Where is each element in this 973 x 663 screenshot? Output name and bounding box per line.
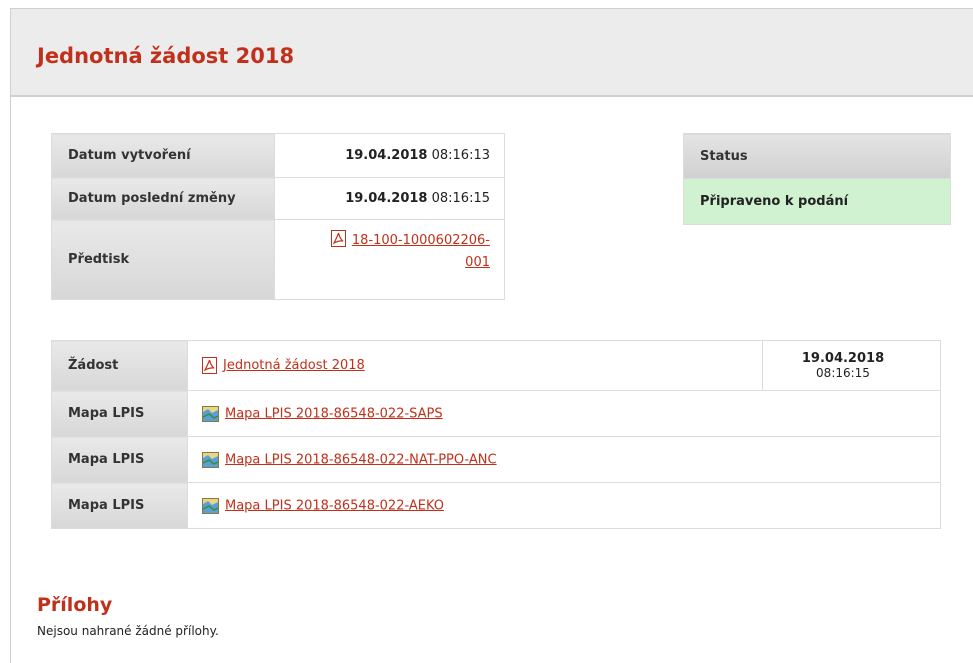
created-date: 19.04.2018 (345, 148, 428, 163)
zadost-time: 08:16:15 (816, 366, 870, 380)
lpis-nat-link[interactable]: Mapa LPIS 2018-86548-022-NAT-PPO-ANC (225, 452, 497, 467)
status-badge: Připraveno k podání (683, 178, 951, 225)
modified-date: 19.04.2018 (345, 191, 428, 206)
lpis-saps-link[interactable]: Mapa LPIS 2018-86548-022-SAPS (225, 406, 443, 421)
title-bar: Jednotná žádost 2018 (11, 9, 973, 97)
created-time: 08:16:13 (431, 148, 490, 163)
table-row: Žádost Jednotná žádost 2018 19.04.2018 0… (51, 340, 941, 391)
attachments-title: Přílohy (37, 594, 113, 616)
table-row: Mapa LPIS Mapa LPIS 2018-86548-022-AEKO (51, 482, 941, 529)
predtisk-value: 18-100-1000602206- 001 (274, 219, 505, 300)
predtisk-link-line2: 001 (465, 255, 490, 270)
created-value: 19.04.2018 08:16:13 (274, 133, 505, 178)
attachments-note: Nejsou nahrané žádné přílohy. (37, 624, 219, 638)
zadost-date-cell: 19.04.2018 08:16:15 (762, 340, 941, 391)
predtisk-link[interactable]: 18-100-1000602206- 001 (352, 230, 490, 274)
modified-label: Datum poslední změny (51, 177, 275, 220)
table-row: Mapa LPIS Mapa LPIS 2018-86548-022-NAT-P… (51, 436, 941, 483)
predtisk-label: Předtisk (51, 219, 275, 300)
main-panel: Jednotná žádost 2018 Datum vytvoření 19.… (10, 8, 973, 663)
page-title: Jednotná žádost 2018 (37, 44, 295, 68)
doc-label-lpis: Mapa LPIS (51, 482, 188, 529)
doc-label-zadost: Žádost (51, 340, 188, 391)
doc-label-lpis: Mapa LPIS (51, 436, 188, 483)
predtisk-link-line1: 18-100-1000602206- (351, 233, 490, 248)
status-header: Status (683, 133, 951, 179)
modified-value: 19.04.2018 08:16:15 (274, 177, 505, 220)
modified-time: 08:16:15 (431, 191, 490, 206)
documents-table: Žádost Jednotná žádost 2018 19.04.2018 0… (51, 340, 941, 529)
map-icon (202, 451, 219, 468)
pdf-icon (202, 357, 217, 374)
pdf-icon (330, 230, 346, 247)
status-table: Status Připraveno k podání (683, 133, 951, 225)
info-row-predtisk: Předtisk 18-100-1000602206- 001 (51, 219, 505, 300)
table-row: Mapa LPIS Mapa LPIS 2018-86548-022-SAPS (51, 390, 941, 437)
info-row-created: Datum vytvoření 19.04.2018 08:16:13 (51, 133, 505, 178)
zadost-link[interactable]: Jednotná žádost 2018 (223, 358, 365, 373)
info-row-modified: Datum poslední změny 19.04.2018 08:16:15 (51, 177, 505, 220)
zadost-date: 19.04.2018 (801, 351, 885, 366)
created-label: Datum vytvoření (51, 133, 275, 178)
map-icon (202, 497, 219, 514)
doc-label-lpis: Mapa LPIS (51, 390, 188, 437)
lpis-aeko-link[interactable]: Mapa LPIS 2018-86548-022-AEKO (225, 498, 444, 513)
info-table: Datum vytvoření 19.04.2018 08:16:13 Datu… (51, 133, 505, 300)
map-icon (202, 405, 219, 422)
